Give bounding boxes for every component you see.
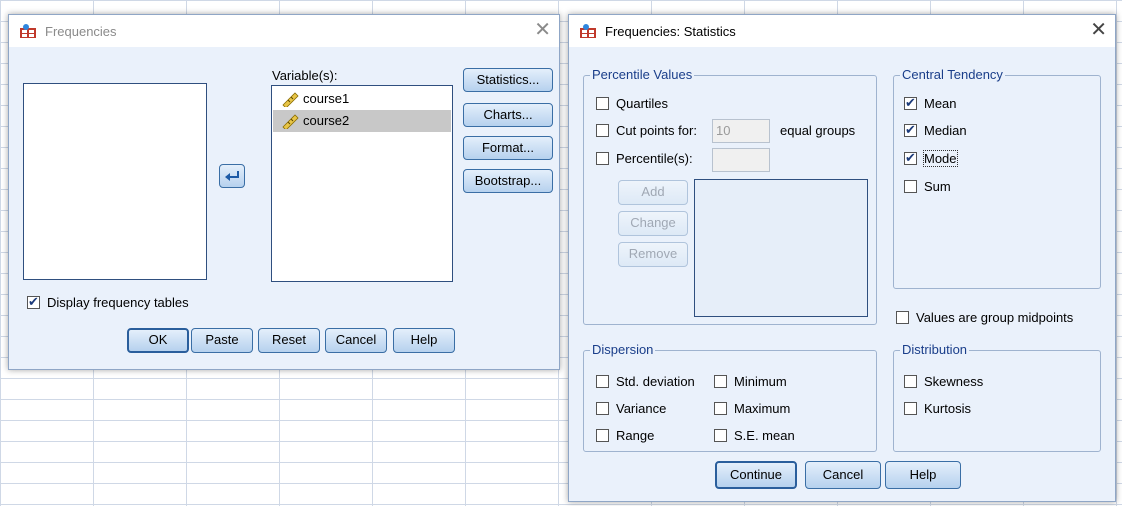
frequencies-close-icon[interactable]: ✕ [534,19,551,41]
percentile-values-group: Percentile Values Quartiles Cut points f… [583,67,877,325]
group-midpoints-label: Values are group midpoints [916,310,1074,325]
statistics-dialog: Frequencies: Statistics ✕ Percentile Val… [568,14,1116,502]
scale-ruler-icon [282,92,299,107]
kurtosis-label: Kurtosis [924,401,971,416]
variance-label: Variance [616,401,667,416]
change-percentile-button[interactable]: Change [618,211,688,236]
distribution-group: Distribution Skewness Kurtosis [893,342,1101,452]
variable-item-course2[interactable]: course2 [273,110,451,132]
sum-checkbox[interactable] [904,180,917,193]
continue-button[interactable]: Continue [715,461,797,489]
mean-checkbox[interactable] [904,95,917,111]
frequencies-dialog: Frequencies ✕ Variable(s): course1 cours… [8,14,560,370]
arrow-left-icon [225,171,239,181]
sum-label: Sum [924,179,951,194]
variable-name: course2 [303,113,350,128]
kurtosis-checkbox[interactable] [904,402,917,415]
mode-label: Mode [923,150,958,167]
minimum-checkbox[interactable] [714,375,727,388]
reset-button[interactable]: Reset [258,328,320,353]
percentiles-list[interactable] [694,179,868,317]
cut-points-checkbox[interactable] [596,124,609,137]
central-tendency-group: Central Tendency Mean Median Mode Sum [893,67,1101,289]
equal-groups-label: equal groups [780,123,856,138]
variable-name: course1 [303,91,350,106]
std-deviation-label: Std. deviation [616,374,695,389]
range-label: Range [616,428,655,443]
statistics-titlebar[interactable]: Frequencies: Statistics ✕ [569,15,1115,47]
percentiles-input[interactable] [712,148,770,172]
help-button[interactable]: Help [393,328,455,353]
source-variable-list[interactable] [23,83,207,280]
group-midpoints-checkbox[interactable] [896,311,909,324]
mode-checkbox[interactable] [904,150,917,166]
scale-ruler-icon [282,114,299,129]
variance-checkbox[interactable] [596,402,609,415]
variable-item-course1[interactable]: course1 [273,88,451,110]
maximum-label: Maximum [734,401,791,416]
spss-app-icon [580,24,596,38]
statistics-close-icon[interactable]: ✕ [1090,19,1107,41]
cut-points-input[interactable]: 10 [712,119,770,143]
ok-button[interactable]: OK [127,328,189,353]
cancel-button[interactable]: Cancel [325,328,387,353]
format-button[interactable]: Format... [463,136,553,160]
frequencies-title: Frequencies [45,24,117,39]
dispersion-legend: Dispersion [590,342,656,357]
percentile-values-legend: Percentile Values [590,67,695,82]
frequencies-titlebar[interactable]: Frequencies ✕ [9,15,559,47]
statistics-button[interactable]: Statistics... [463,68,553,92]
stats-cancel-button[interactable]: Cancel [805,461,881,489]
minimum-label: Minimum [734,374,787,389]
display-frequency-tables-label: Display frequency tables [47,295,189,310]
skewness-checkbox[interactable] [904,375,917,388]
charts-button[interactable]: Charts... [463,103,553,127]
median-label: Median [924,123,967,138]
paste-button[interactable]: Paste [191,328,253,353]
stats-help-button[interactable]: Help [885,461,961,489]
std-deviation-checkbox[interactable] [596,375,609,388]
display-frequency-tables-checkbox[interactable] [27,294,40,310]
central-tendency-legend: Central Tendency [900,67,1005,82]
cut-points-label: Cut points for: [616,123,697,138]
se-mean-checkbox[interactable] [714,429,727,442]
add-percentile-button[interactable]: Add [618,180,688,205]
statistics-title: Frequencies: Statistics [605,24,736,39]
quartiles-checkbox[interactable] [596,97,609,110]
remove-percentile-button[interactable]: Remove [618,242,688,267]
mean-label: Mean [924,96,957,111]
percentiles-label: Percentile(s): [616,151,693,166]
dispersion-group: Dispersion Std. deviation Minimum Varian… [583,342,877,452]
selected-variable-list[interactable]: course1 course2 [271,85,453,282]
variables-label: Variable(s): [272,68,338,83]
skewness-label: Skewness [924,374,984,389]
move-variable-button[interactable] [219,164,245,188]
maximum-checkbox[interactable] [714,402,727,415]
quartiles-label: Quartiles [616,96,669,111]
percentiles-checkbox[interactable] [596,152,609,165]
spss-app-icon [20,24,36,38]
range-checkbox[interactable] [596,429,609,442]
bootstrap-button[interactable]: Bootstrap... [463,169,553,193]
median-checkbox[interactable] [904,122,917,138]
se-mean-label: S.E. mean [734,428,795,443]
distribution-legend: Distribution [900,342,970,357]
